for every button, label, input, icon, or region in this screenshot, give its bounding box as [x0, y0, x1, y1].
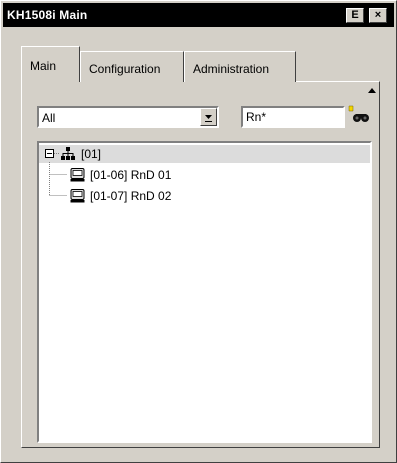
tree-root-row[interactable]: [01] — [39, 145, 370, 163]
tree-item-label: [01-07] RnD 02 — [90, 189, 172, 203]
chevron-down-icon — [205, 115, 212, 122]
collapse-up-icon[interactable] — [368, 87, 376, 95]
tree-item-row[interactable]: [01-06] RnD 01 — [39, 166, 370, 184]
tree-root-label: [01] — [81, 147, 102, 161]
filter-dropdown[interactable]: All — [37, 106, 219, 128]
close-button[interactable]: × — [369, 8, 387, 23]
main-window: KH1508i Main E × Main Configuration Admi… — [0, 0, 397, 463]
search-input[interactable]: Rn* — [241, 106, 345, 128]
close-icon: × — [374, 9, 382, 21]
device-tree[interactable]: [01] [01-06] RnD 01 [01-07] RnD 02 — [37, 141, 372, 443]
computer-icon — [70, 168, 85, 182]
tab-administration[interactable]: Administration — [184, 51, 296, 82]
tab-configuration-label: Configuration — [89, 62, 161, 76]
ex-button-label: E — [351, 9, 359, 21]
window-title: KH1508i Main — [7, 8, 88, 22]
collapse-icon[interactable] — [45, 149, 54, 158]
tab-administration-label: Administration — [193, 62, 270, 76]
tree-item-row[interactable]: [01-07] RnD 02 — [39, 187, 370, 205]
tree-connector — [54, 153, 60, 154]
tree-item-label: [01-06] RnD 01 — [90, 168, 172, 182]
title-bar[interactable]: KH1508i Main E × — [3, 3, 394, 27]
network-tree-icon — [61, 147, 75, 160]
ex-button[interactable]: E — [346, 8, 364, 23]
filter-selected-value: All — [42, 111, 56, 125]
find-icon[interactable] — [347, 105, 371, 127]
computer-icon — [70, 189, 85, 203]
tab-main[interactable]: Main — [21, 46, 80, 82]
tab-main-label: Main — [30, 59, 57, 73]
tab-configuration[interactable]: Configuration — [80, 51, 184, 82]
dropdown-button[interactable] — [200, 108, 217, 126]
